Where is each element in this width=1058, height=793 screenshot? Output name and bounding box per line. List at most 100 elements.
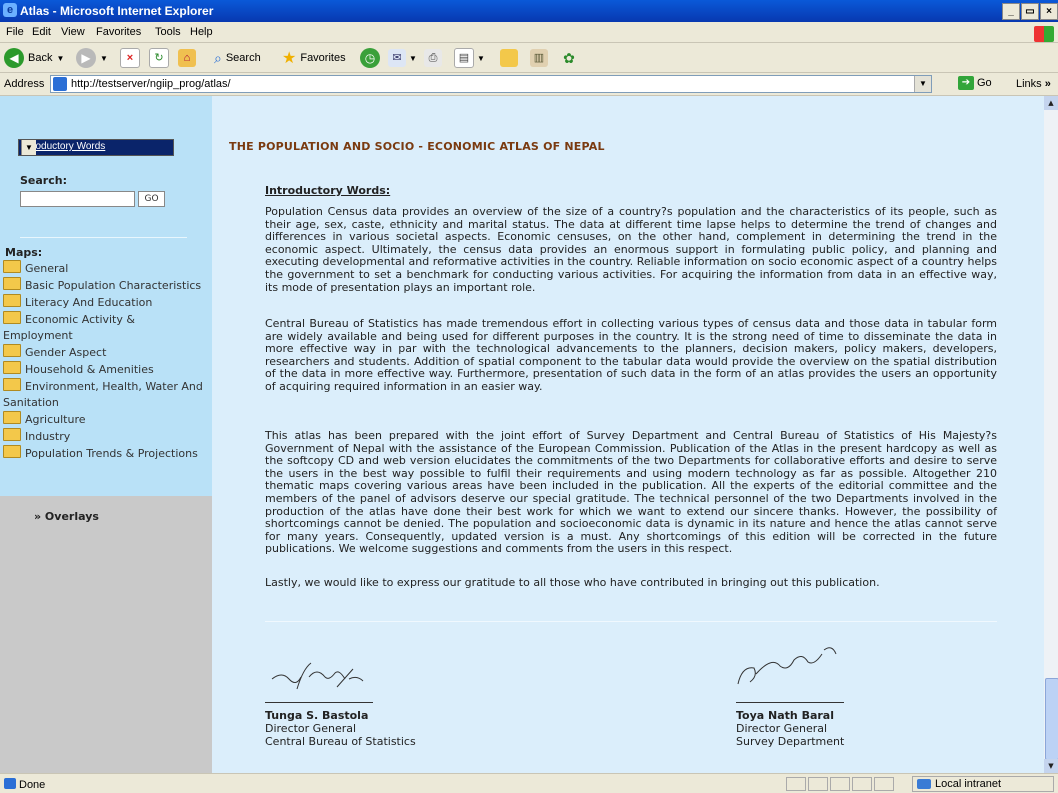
address-input[interactable]: http://testserver/ngiip_prog/atlas/ ▼	[50, 75, 932, 93]
edit-button[interactable]: ▤ ▼	[454, 47, 485, 69]
address-label: Address	[4, 78, 45, 90]
signatory-name: Tunga S. Bastola	[265, 709, 369, 722]
forward-button[interactable]: ▶ ▼	[76, 47, 108, 69]
mail-button[interactable]: ✉ ▼	[388, 47, 417, 69]
browser-content: Introductory Words ▼ Search: GO Maps: Ge…	[0, 96, 1058, 773]
search-go-button[interactable]: GO	[138, 191, 165, 207]
history-button[interactable]: ◷	[360, 47, 380, 69]
paragraph-1: Population Census data provides an overv…	[265, 205, 997, 294]
scroll-thumb[interactable]	[1045, 678, 1058, 760]
status-panels	[786, 777, 894, 791]
back-label: Back	[28, 52, 53, 64]
address-dropdown-arrow[interactable]: ▼	[914, 76, 931, 92]
menu-file[interactable]: File	[6, 26, 24, 38]
signatory-title: Director General	[736, 722, 828, 735]
map-item-industry[interactable]: Industry	[0, 428, 205, 445]
refresh-icon: ↻	[149, 48, 169, 68]
signatory-org: Central Bureau of Statistics	[265, 735, 416, 748]
map-item-label: Population Trends & Projections	[25, 447, 198, 460]
menu-favorites[interactable]: Favorites	[96, 26, 141, 38]
window-controls: _ ▭ ×	[1002, 3, 1058, 20]
map-item-label: General	[25, 262, 69, 275]
vertical-scrollbar[interactable]: ▲ ▼	[1044, 96, 1058, 773]
intranet-icon	[917, 779, 931, 789]
refresh-button[interactable]: ↻	[149, 47, 169, 69]
map-item-label: Agriculture	[25, 413, 86, 426]
folder-icon	[500, 49, 518, 67]
signature-right	[737, 647, 837, 685]
ie-logo-icon: e	[3, 3, 17, 17]
search-button[interactable]: ⌕ Search	[214, 47, 261, 69]
map-item-population-trends[interactable]: Population Trends & Projections	[0, 445, 205, 462]
menu-tools[interactable]: Tools	[155, 26, 181, 38]
map-item-literacy[interactable]: Literacy And Education	[0, 294, 205, 311]
close-button[interactable]: ×	[1040, 3, 1058, 20]
scroll-down-button[interactable]: ▼	[1044, 759, 1058, 773]
scroll-up-button[interactable]: ▲	[1044, 96, 1058, 110]
address-bar: Address http://testserver/ngiip_prog/atl…	[0, 73, 1058, 96]
map-item-label: Environment, Health, Water And Sanitatio…	[3, 380, 203, 409]
status-panel	[852, 777, 872, 791]
status-bar: Done Local intranet	[0, 773, 1058, 793]
paragraph-3: This atlas has been prepared with the jo…	[265, 429, 997, 556]
favorites-label: Favorites	[300, 52, 346, 64]
menu-edit[interactable]: Edit	[32, 26, 51, 38]
map-item-basic-population[interactable]: Basic Population Characteristics	[0, 277, 205, 294]
printer-icon: ⎙	[424, 49, 442, 67]
map-item-gender[interactable]: Gender Aspect	[0, 344, 205, 361]
go-button[interactable]: ➔ Go	[958, 76, 992, 90]
menu-bar: File Edit View Favorites Tools Help	[0, 22, 1058, 43]
favorites-button[interactable]: ★ Favorites	[282, 47, 346, 69]
map-item-label: Economic Activity & Employment	[3, 313, 135, 342]
folder-button[interactable]	[500, 47, 518, 69]
maps-list: General Basic Population Characteristics…	[0, 260, 205, 462]
folder-icon	[3, 428, 21, 441]
maps-label: Maps:	[5, 246, 43, 259]
folder-icon	[3, 445, 21, 458]
status-label: Done	[19, 779, 46, 791]
signatory-title: Director General	[265, 722, 357, 735]
mail-icon: ✉	[388, 49, 406, 67]
signature-line-right	[736, 702, 844, 703]
chevron-down-icon: ▼	[100, 53, 108, 63]
links-toolbar[interactable]: Links »	[1016, 78, 1051, 90]
divider	[20, 237, 187, 238]
map-item-economic-activity[interactable]: Economic Activity & Employment	[0, 311, 205, 344]
minimize-button[interactable]: _	[1002, 3, 1020, 20]
menu-view[interactable]: View	[61, 26, 85, 38]
paragraph-4: Lastly, we would like to express our gra…	[265, 576, 880, 589]
overlays-link[interactable]: » Overlays	[34, 510, 99, 523]
back-button[interactable]: ◀ Back ▼	[4, 47, 64, 69]
status-text: Done	[4, 778, 45, 791]
map-item-household[interactable]: Household & Amenities	[0, 361, 205, 378]
search-label: Search	[225, 52, 261, 64]
title-bar: e Atlas - Microsoft Internet Explorer _ …	[0, 0, 1058, 22]
section-select[interactable]: Introductory Words ▼	[18, 139, 174, 156]
print-button[interactable]: ⎙	[424, 47, 442, 69]
go-arrow-icon: ➔	[958, 76, 974, 90]
map-item-general[interactable]: General	[0, 260, 205, 277]
messenger-button[interactable]: ✿	[560, 47, 578, 69]
chevron-down-icon: ▼	[56, 53, 65, 63]
search-input[interactable]	[20, 191, 135, 207]
research-button[interactable]: ▥	[530, 47, 548, 69]
back-arrow-icon: ◀	[4, 48, 24, 68]
page-title: THE POPULATION AND SOCIO - ECONOMIC ATLA…	[229, 140, 605, 153]
maximize-button[interactable]: ▭	[1021, 3, 1039, 20]
signature-line-left	[265, 702, 373, 703]
status-panel	[786, 777, 806, 791]
search-icon: ⌕	[214, 49, 222, 66]
edit-page-icon: ▤	[454, 48, 474, 68]
folder-icon	[3, 294, 21, 307]
folder-icon	[3, 378, 21, 391]
home-button[interactable]: ⌂	[178, 47, 196, 69]
toolbar: ◀ Back ▼ ▶ ▼ × ↻ ⌂ ⌕ Search ★ Favorites …	[0, 43, 1058, 73]
signature-left	[271, 662, 364, 690]
map-item-environment[interactable]: Environment, Health, Water And Sanitatio…	[0, 378, 205, 411]
page-icon	[4, 778, 16, 789]
stop-button[interactable]: ×	[120, 47, 140, 69]
map-item-agriculture[interactable]: Agriculture	[0, 411, 205, 428]
status-panel	[808, 777, 828, 791]
menu-help[interactable]: Help	[190, 26, 213, 38]
folder-icon	[3, 277, 21, 290]
